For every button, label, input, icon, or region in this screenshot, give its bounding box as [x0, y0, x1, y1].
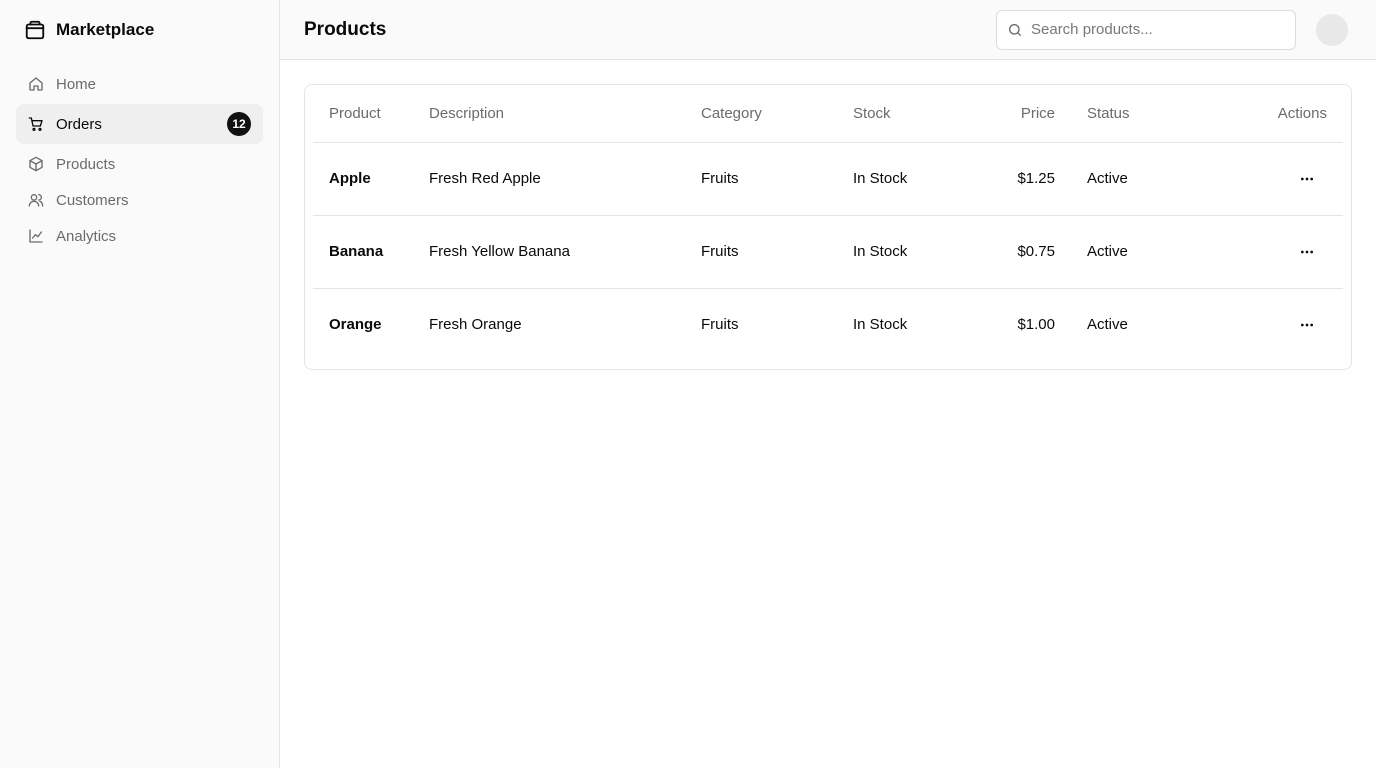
column-header-product[interactable]: Product: [313, 85, 413, 143]
more-horizontal-icon: [1301, 323, 1313, 327]
column-header-actions: Actions: [1201, 85, 1343, 143]
cell-stock: In Stock: [853, 316, 908, 334]
sidebar-item-label: Analytics: [56, 227, 117, 245]
cell-status: Active: [1071, 215, 1201, 289]
sidebar-nav: Home Orders 12 Products Customers Analyt…: [16, 66, 263, 254]
table-row[interactable]: Orange Fresh Orange Fruits In Stock $1.0…: [313, 288, 1343, 361]
column-header-price[interactable]: Price: [967, 85, 1071, 143]
page-title: Products: [304, 18, 387, 40]
column-header-description[interactable]: Description: [413, 85, 685, 143]
table-row[interactable]: Apple Fresh Red Apple Fruits In Stock $1…: [313, 142, 1343, 216]
sidebar-item-home[interactable]: Home: [16, 66, 263, 102]
package-icon: [24, 19, 46, 41]
cell-category: Fruits: [685, 215, 837, 289]
cell-status: Active: [1087, 316, 1128, 334]
cell-category: Fruits: [685, 142, 837, 216]
cell-product: Orange: [329, 316, 382, 334]
search-input[interactable]: [1031, 21, 1285, 38]
more-actions-button[interactable]: [1293, 238, 1321, 266]
cell-description: Fresh Red Apple: [413, 142, 685, 216]
table-row[interactable]: Banana Fresh Yellow Banana Fruits In Sto…: [313, 215, 1343, 289]
cell-actions: [1201, 288, 1343, 361]
column-header-category[interactable]: Category: [685, 85, 837, 143]
cell-description: Fresh Yellow Banana: [413, 215, 685, 289]
home-icon: [28, 76, 44, 92]
products-table: Product Description Category Stock Price…: [313, 85, 1343, 361]
cell-actions: [1201, 142, 1343, 216]
search-icon: [1007, 22, 1023, 38]
cell-category: Fruits: [701, 316, 739, 334]
sidebar-item-label: Customers: [56, 191, 129, 209]
column-header-stock[interactable]: Stock: [837, 85, 967, 143]
products-table-card: Product Description Category Stock Price…: [304, 84, 1352, 370]
cell-product: Banana: [313, 215, 413, 289]
users-icon: [28, 192, 44, 208]
main-area: Products Product Description Category: [280, 0, 1376, 768]
cell-description: Fresh Orange: [429, 316, 522, 334]
topbar: Products: [280, 0, 1376, 60]
sidebar-item-label: Orders: [56, 115, 102, 133]
more-horizontal-icon: [1301, 250, 1313, 253]
sidebar-item-label: Products: [56, 155, 116, 173]
box-icon: [28, 156, 44, 172]
cell-price: $1.25: [967, 142, 1071, 216]
chart-line-icon: [28, 228, 44, 244]
brand[interactable]: Marketplace: [16, 0, 263, 60]
sidebar: Marketplace Home Orders 12 Products Cust…: [0, 0, 280, 768]
cell-stock: In Stock: [837, 142, 967, 216]
cell-stock: In Stock: [837, 215, 967, 289]
sidebar-item-analytics[interactable]: Analytics: [16, 218, 263, 254]
brand-name: Marketplace: [56, 20, 155, 39]
sidebar-item-products[interactable]: Products: [16, 146, 263, 182]
cell-price: $0.75: [967, 215, 1071, 289]
more-horizontal-icon: [1301, 177, 1313, 180]
cell-product: Apple: [313, 142, 413, 216]
cell-price: $1.00: [1017, 316, 1055, 334]
content: Product Description Category Stock Price…: [280, 60, 1376, 394]
cell-actions: [1201, 215, 1343, 289]
more-actions-button[interactable]: [1293, 165, 1321, 193]
sidebar-item-label: Home: [56, 75, 97, 93]
orders-count-badge: 12: [227, 112, 251, 136]
sidebar-item-orders[interactable]: Orders 12: [16, 104, 263, 144]
table-header-row: Product Description Category Stock Price…: [313, 85, 1343, 143]
sidebar-item-customers[interactable]: Customers: [16, 182, 263, 218]
user-avatar[interactable]: [1316, 13, 1348, 46]
search-box[interactable]: [996, 9, 1296, 50]
cart-icon: [28, 116, 44, 132]
more-actions-button[interactable]: [1293, 311, 1321, 339]
column-header-status[interactable]: Status: [1071, 85, 1201, 143]
cell-status: Active: [1071, 142, 1201, 216]
